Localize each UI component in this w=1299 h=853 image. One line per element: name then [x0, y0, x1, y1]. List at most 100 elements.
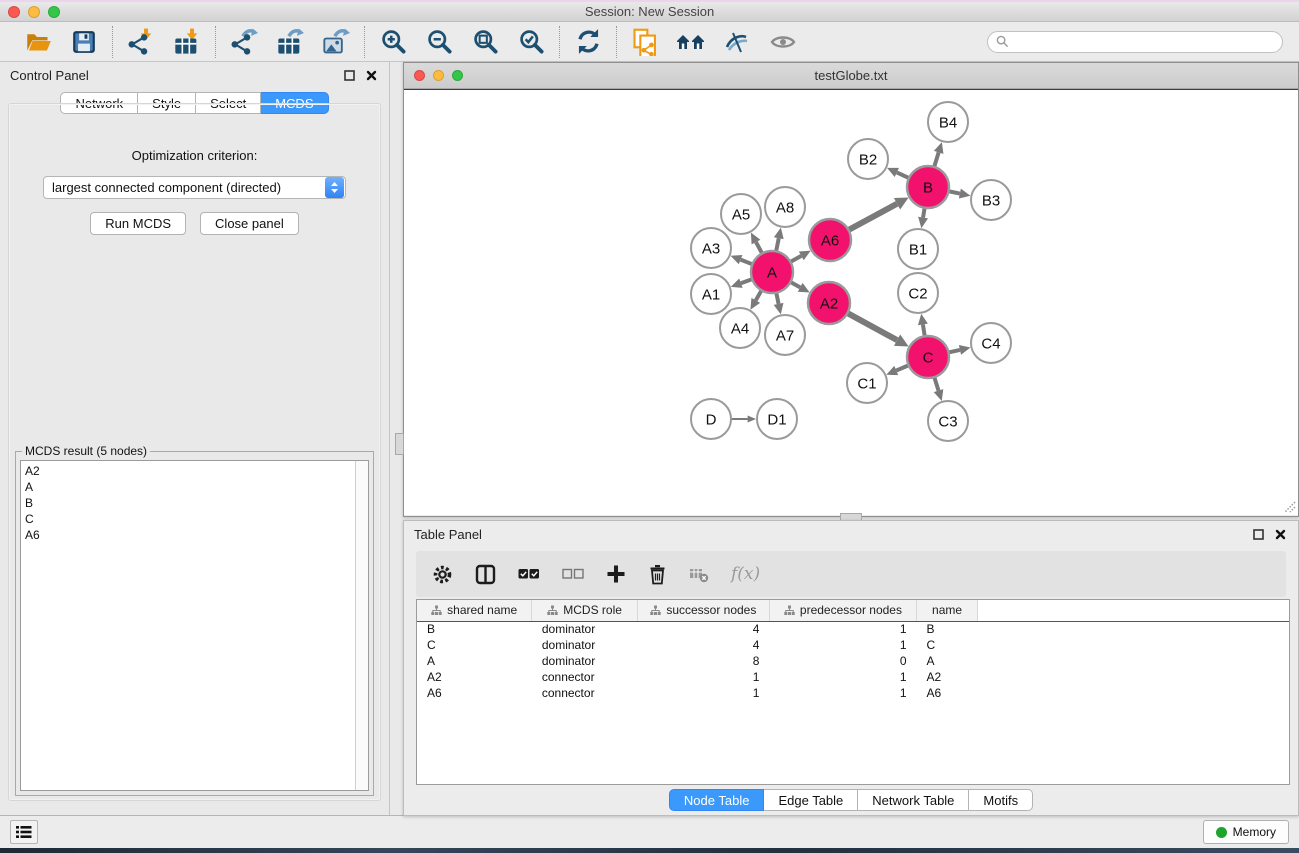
mcds-result-item[interactable]: A [25, 479, 351, 495]
column-view-button[interactable] [475, 564, 496, 585]
table-cell[interactable]: 4 [637, 621, 769, 637]
graph-node-A3[interactable]: A3 [691, 228, 731, 268]
edge-A-A8[interactable] [776, 238, 779, 251]
node-table[interactable]: shared nameMCDS rolesuccessor nodesprede… [416, 599, 1290, 785]
minimize-window-button[interactable] [28, 6, 40, 18]
table-cell[interactable]: connector [532, 669, 637, 685]
edge-B-B3[interactable] [949, 191, 960, 193]
delete-column-button[interactable] [648, 564, 667, 585]
criterion-dropdown[interactable]: largest connected component (directed) [43, 176, 346, 199]
table-cell[interactable]: connector [532, 685, 637, 701]
edge-A2-C[interactable] [847, 313, 897, 340]
network-canvas[interactable]: B4B2BB3A5A8A6A3B1AA1C2A2A4A7C4CC1C3DD1 [404, 89, 1298, 515]
graph-node-B[interactable]: B [907, 166, 949, 208]
table-row[interactable]: A6connector11A6 [417, 685, 1289, 701]
add-column-button[interactable] [606, 564, 626, 584]
zoom-window-button[interactable] [48, 6, 60, 18]
table-cell[interactable]: B [417, 621, 532, 637]
table-cell[interactable]: 4 [637, 637, 769, 653]
table-cell[interactable]: A [417, 653, 532, 669]
table-tab-edge-table[interactable]: Edge Table [764, 789, 858, 811]
edge-A-A4[interactable] [756, 290, 762, 300]
task-history-button[interactable] [10, 820, 38, 844]
network-frame-titlebar[interactable]: testGlobe.txt [404, 63, 1298, 89]
table-cell[interactable]: dominator [532, 653, 637, 669]
column-header-predecessor-nodes[interactable]: predecessor nodes [769, 600, 916, 621]
close-panel-button[interactable] [363, 67, 379, 83]
graph-node-A5[interactable]: A5 [721, 194, 761, 234]
edge-A-A1[interactable] [741, 279, 752, 283]
network-minimize-button[interactable] [433, 70, 444, 81]
graph-node-A2[interactable]: A2 [808, 282, 850, 324]
mcds-result-item[interactable]: B [25, 495, 351, 511]
graph-node-C4[interactable]: C4 [971, 323, 1011, 363]
edge-B-B4[interactable] [934, 152, 938, 167]
table-row[interactable]: Adominator80A [417, 653, 1289, 669]
show-hide-panel-button[interactable] [768, 27, 798, 57]
edge-C-C1[interactable] [896, 365, 908, 370]
edge-C-C3[interactable] [934, 377, 938, 391]
graph-node-B4[interactable]: B4 [928, 102, 968, 142]
table-row[interactable]: Bdominator41B [417, 621, 1289, 637]
column-header-name[interactable]: name [917, 600, 978, 621]
table-cell[interactable]: dominator [532, 621, 637, 637]
zoom-in-button[interactable] [378, 27, 408, 57]
graph-node-C[interactable]: C [907, 336, 949, 378]
table-cell[interactable]: 1 [769, 669, 916, 685]
graph-node-C3[interactable]: C3 [928, 401, 968, 441]
column-header-shared-name[interactable]: shared name [417, 600, 532, 621]
table-cell[interactable]: A2 [417, 669, 532, 685]
select-all-button[interactable] [518, 567, 540, 581]
new-network-from-selection-button[interactable] [630, 27, 660, 57]
mcds-result-item[interactable]: A2 [25, 463, 351, 479]
export-table-button[interactable] [275, 27, 305, 57]
zoom-selected-button[interactable] [516, 27, 546, 57]
table-cell[interactable]: C [917, 637, 978, 653]
table-tab-node-table[interactable]: Node Table [669, 789, 765, 811]
table-cell[interactable]: 1 [637, 669, 769, 685]
table-cell[interactable]: A [917, 653, 978, 669]
graph-node-B3[interactable]: B3 [971, 180, 1011, 220]
table-cell[interactable]: A6 [417, 685, 532, 701]
graph-node-A1[interactable]: A1 [691, 274, 731, 314]
close-window-button[interactable] [8, 6, 20, 18]
refresh-button[interactable] [573, 27, 603, 57]
run-mcds-button[interactable]: Run MCDS [90, 212, 186, 235]
table-cell[interactable]: 0 [769, 653, 916, 669]
edge-C-C4[interactable] [948, 350, 959, 353]
table-cell[interactable]: 1 [769, 637, 916, 653]
network-close-button[interactable] [414, 70, 425, 81]
column-header-MCDS-role[interactable]: MCDS role [532, 600, 637, 621]
table-row[interactable]: Cdominator41C [417, 637, 1289, 653]
edge-A-A3[interactable] [741, 260, 753, 265]
table-tab-network-table[interactable]: Network Table [858, 789, 969, 811]
search-field[interactable] [987, 31, 1283, 53]
settings-button[interactable] [432, 564, 453, 585]
graph-node-B1[interactable]: B1 [898, 229, 938, 269]
float-panel-button[interactable] [341, 67, 357, 83]
graph-node-A8[interactable]: A8 [765, 187, 805, 227]
table-cell[interactable]: 1 [769, 621, 916, 637]
edge-A-A7[interactable] [776, 293, 778, 304]
float-table-panel-button[interactable] [1250, 526, 1266, 542]
mcds-result-item[interactable]: A6 [25, 527, 351, 543]
table-cell[interactable]: 1 [637, 685, 769, 701]
import-network-button[interactable] [126, 27, 156, 57]
table-cell[interactable]: B [917, 621, 978, 637]
zoom-fit-button[interactable] [470, 27, 500, 57]
zoom-out-button[interactable] [424, 27, 454, 57]
search-input[interactable] [1009, 35, 1274, 49]
import-table-button[interactable] [172, 27, 202, 57]
graph-node-D[interactable]: D [691, 399, 731, 439]
graph-node-A7[interactable]: A7 [765, 315, 805, 355]
deselect-all-button[interactable] [562, 567, 584, 581]
result-scrollbar[interactable] [355, 461, 368, 790]
graph-node-D1[interactable]: D1 [757, 399, 797, 439]
export-image-button[interactable] [321, 27, 351, 57]
split-pane-handle-vertical[interactable] [395, 433, 404, 455]
show-hide-style-button[interactable] [722, 27, 752, 57]
close-panel-action-button[interactable]: Close panel [200, 212, 299, 235]
open-session-button[interactable] [23, 27, 53, 57]
graph-node-A[interactable]: A [751, 251, 793, 293]
graph-node-B2[interactable]: B2 [848, 139, 888, 179]
